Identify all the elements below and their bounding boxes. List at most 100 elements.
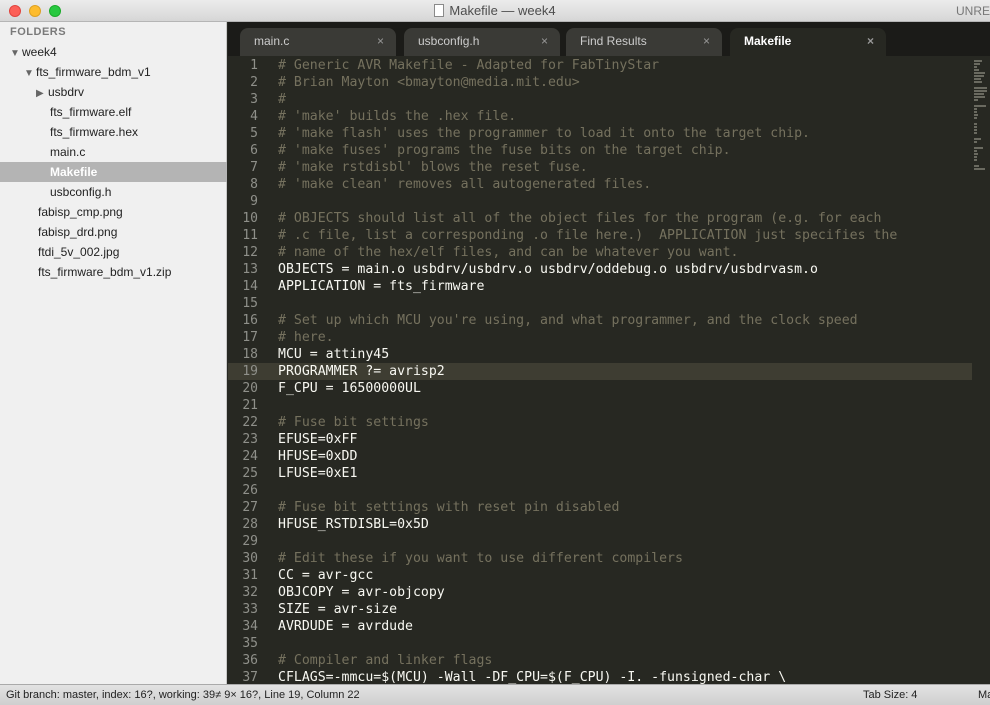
line-number: 1 [250,58,258,73]
line-number: 22 [242,415,258,430]
tab-usbconfig-h[interactable]: usbconfig.h × [404,28,560,56]
code-line[interactable]: # Edit these if you want to use differen… [278,551,683,566]
tree-label: fts_firmware.elf [50,105,132,119]
code-line[interactable]: PROGRAMMER ?= avrisp2 [278,364,445,379]
line-number: 37 [242,670,258,684]
line-number: 18 [242,347,258,362]
minimap-line [974,60,982,62]
line-number: 7 [250,160,258,175]
folders-header: FOLDERS [10,26,67,38]
tab-find-results[interactable]: Find Results × [566,28,722,56]
tab-makefile[interactable]: Makefile × [730,28,886,56]
code-line[interactable]: # Fuse bit settings with reset pin disab… [278,500,619,515]
minimap-line [974,81,982,83]
code-line[interactable]: # [278,92,286,107]
tree-file-zip[interactable]: fts_firmware_bdm_v1.zip [0,262,227,282]
line-number: 10 [242,211,258,226]
minimap[interactable] [972,56,990,684]
line-number: 2 [250,75,258,90]
line-number: 24 [242,449,258,464]
code-line[interactable]: CC = avr-gcc [278,568,373,583]
tab-size-selector[interactable]: Tab Size: 4 [863,685,917,705]
code-line[interactable]: # 'make rstdisbl' blows the reset fuse. [278,160,588,175]
code-line[interactable]: # name of the hex/elf files, and can be … [278,245,739,260]
tab-main-c[interactable]: main.c × [240,28,396,56]
code-line[interactable]: EFUSE=0xFF [278,432,357,447]
minimap-line [974,105,986,107]
tab-close-icon[interactable]: × [541,28,548,55]
tree-file-makefile[interactable]: Makefile [0,162,227,182]
line-number: 3 [250,92,258,107]
code-line[interactable]: MCU = attiny45 [278,347,389,362]
minimap-line [974,111,977,113]
code-line[interactable]: # here. [278,330,334,345]
minimap-line [974,78,981,80]
tab-close-icon[interactable]: × [867,28,874,55]
tree-folder-fts-firmware[interactable]: ▼ fts_firmware_bdm_v1 [0,62,227,82]
tree-label: usbconfig.h [50,185,112,199]
line-number: 32 [242,585,258,600]
disclosure-right-icon[interactable]: ▶ [36,84,48,104]
code-line[interactable]: # .c file, list a corresponding .o file … [278,228,897,243]
line-number: 27 [242,500,258,515]
tree-label: fabisp_cmp.png [38,205,123,219]
tree-file-ftdi[interactable]: ftdi_5v_002.jpg [0,242,227,262]
tree-folder-usbdrv[interactable]: ▶ usbdrv [0,82,227,102]
line-number: 34 [242,619,258,634]
tab-bar: main.c × usbconfig.h × Find Results × Ma… [228,22,990,56]
code-line[interactable]: # Brian Mayton <bmayton@media.mit.edu> [278,75,580,90]
code-line[interactable]: HFUSE_RSTDISBL=0x5D [278,517,429,532]
code-editor[interactable]: 1 # Generic AVR Makefile - Adapted for Fa… [228,56,972,684]
code-line[interactable]: CFLAGS=-mmcu=$(MCU) -Wall -DF_CPU=$(F_CP… [278,670,786,684]
tab-label: Find Results [580,34,647,48]
line-number: 35 [242,636,258,651]
window-title-wrap: Makefile — week4 [0,3,990,18]
disclosure-down-icon[interactable]: ▼ [24,64,36,84]
code-line[interactable]: # 'make fuses' programs the fuse bits on… [278,143,731,158]
line-number: 15 [242,296,258,311]
tree-label: main.c [50,145,86,159]
tree-file-usbconfig-h[interactable]: usbconfig.h [0,182,227,202]
line-number: 28 [242,517,258,532]
disclosure-down-icon[interactable]: ▼ [10,44,22,64]
code-line[interactable]: # 'make flash' uses the programmer to lo… [278,126,810,141]
syntax-selector[interactable]: Ma [978,685,990,705]
tree-file-fts-firmware-hex[interactable]: fts_firmware.hex [0,122,227,142]
code-line[interactable]: SIZE = avr-size [278,602,397,617]
tree-label: fabisp_drd.png [38,225,118,239]
tree-folder-week4[interactable]: ▼ week4 [0,42,227,62]
code-line[interactable]: LFUSE=0xE1 [278,466,357,481]
code-line[interactable]: OBJCOPY = avr-objcopy [278,585,445,600]
code-line[interactable]: # Fuse bit settings [278,415,429,430]
minimap-line [974,150,977,152]
code-line[interactable]: OBJECTS = main.o usbdrv/usbdrv.o usbdrv/… [278,262,818,277]
minimap-line [974,129,977,131]
tree-file-fts-firmware-elf[interactable]: fts_firmware.elf [0,102,227,122]
tree-label: usbdrv [48,85,85,99]
minimap-line [974,90,987,92]
tree-label: fts_firmware_bdm_v1.zip [38,265,172,279]
line-number: 8 [250,177,258,192]
code-line[interactable]: HFUSE=0xDD [278,449,357,464]
code-line[interactable]: # 'make clean' removes all autogenerated… [278,177,651,192]
tree-label: fts_firmware.hex [50,125,139,139]
code-line[interactable]: # OBJECTS should list all of the object … [278,211,881,226]
line-number: 14 [242,279,258,294]
code-line[interactable]: # Compiler and linker flags [278,653,492,668]
tree-file-fabisp-drd[interactable]: fabisp_drd.png [0,222,227,242]
line-number: 4 [250,109,258,124]
unregistered-label: UNRE [955,4,990,18]
code-line[interactable]: # Set up which MCU you're using, and wha… [278,313,858,328]
code-line[interactable]: # 'make' builds the .hex file. [278,109,516,124]
line-number: 26 [242,483,258,498]
code-line[interactable]: AVRDUDE = avrdude [278,619,413,634]
code-line[interactable]: APPLICATION = fts_firmware [278,279,484,294]
tab-close-icon[interactable]: × [377,28,384,55]
code-line[interactable]: # Generic AVR Makefile - Adapted for Fab… [278,58,659,73]
tree-file-main-c[interactable]: main.c [0,142,227,162]
tree-file-fabisp-cmp[interactable]: fabisp_cmp.png [0,202,227,222]
minimap-line [974,165,979,167]
tab-close-icon[interactable]: × [703,28,710,55]
code-line[interactable]: F_CPU = 16500000UL [278,381,421,396]
line-number: 17 [242,330,258,345]
